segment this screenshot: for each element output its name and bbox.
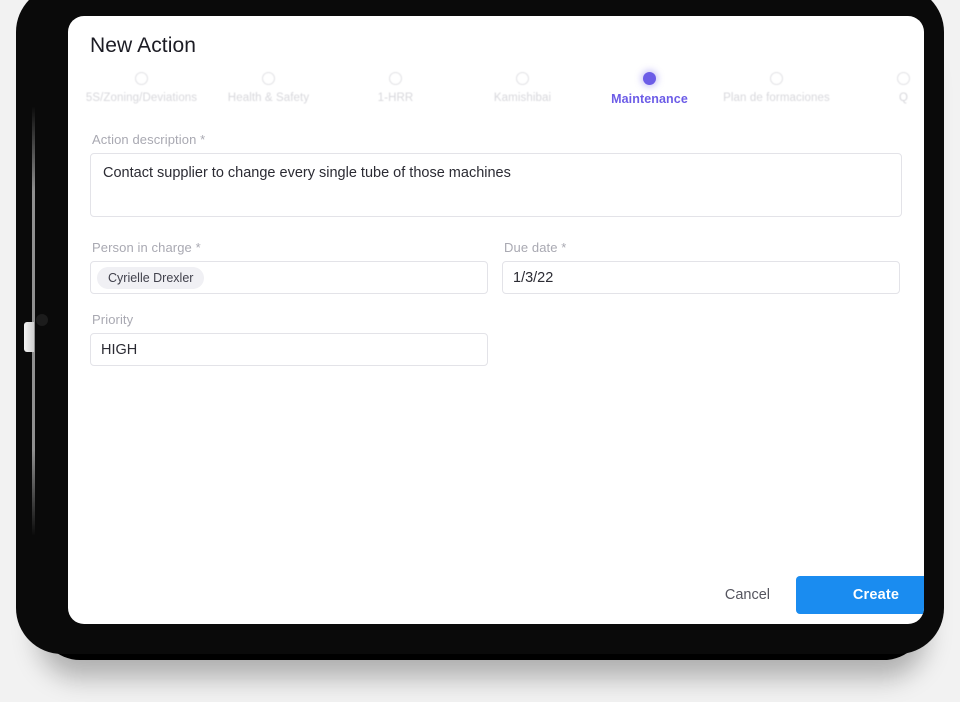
due-date-input[interactable]: 1/3/22: [502, 261, 900, 294]
step-dot-icon: [389, 72, 402, 85]
step-dot-icon: [262, 72, 275, 85]
stepper-step-plan-de-formaciones[interactable]: Plan de formaciones: [713, 72, 840, 104]
step-dot-active-icon: [643, 72, 656, 85]
person-chip[interactable]: Cyrielle Drexler: [97, 266, 205, 289]
cancel-button[interactable]: Cancel: [707, 579, 788, 611]
stepper-step-1-hrr[interactable]: 1-HRR: [332, 72, 459, 104]
stepper-nav: 5S/Zoning/Deviations Health & Safety 1-H…: [78, 58, 924, 118]
stepper-step-maintenance[interactable]: Maintenance: [586, 72, 713, 106]
dialog-footer: Cancel Create: [68, 566, 924, 624]
step-dot-icon: [770, 72, 783, 85]
stepper-step-label: 5S/Zoning/Deviations: [85, 92, 198, 104]
stepper-step-label: Kamishibai: [493, 92, 552, 104]
stepper-step-health-safety[interactable]: Health & Safety: [205, 72, 332, 104]
stepper-step-label: Health & Safety: [227, 92, 310, 104]
tablet-screen: New Action 5S/Zoning/Deviations Health &…: [68, 16, 924, 624]
tablet-left-edge-highlight: [32, 106, 35, 536]
stepper-step-kamishibai[interactable]: Kamishibai: [459, 72, 586, 104]
due-date-label: Due date *: [504, 240, 567, 255]
person-in-charge-input[interactable]: Cyrielle Drexler: [90, 261, 488, 294]
step-dot-icon: [897, 72, 910, 85]
step-dot-icon: [135, 72, 148, 85]
tablet-device-frame: New Action 5S/Zoning/Deviations Health &…: [16, 0, 944, 654]
priority-label: Priority: [92, 312, 134, 327]
stepper-step-q-truncated[interactable]: Q: [840, 72, 924, 104]
page-title: New Action: [90, 34, 197, 57]
action-description-label: Action description *: [92, 132, 206, 147]
tablet-left-port-icon: [36, 314, 48, 326]
person-in-charge-label: Person in charge *: [92, 240, 201, 255]
stepper-step-label: Q: [898, 92, 909, 104]
tablet-side-button[interactable]: [24, 322, 34, 352]
priority-input[interactable]: HIGH: [90, 333, 488, 366]
form-body: Action description * Person in charge * …: [68, 118, 924, 566]
stepper-step-5s-zoning-deviations[interactable]: 5S/Zoning/Deviations: [78, 72, 205, 104]
action-description-input[interactable]: [90, 153, 902, 217]
create-button[interactable]: Create: [796, 576, 924, 614]
stepper-step-label: 1-HRR: [377, 92, 414, 104]
stepper-step-label: Maintenance: [611, 92, 688, 106]
stepper-step-label: Plan de formaciones: [723, 92, 830, 104]
step-dot-icon: [516, 72, 529, 85]
